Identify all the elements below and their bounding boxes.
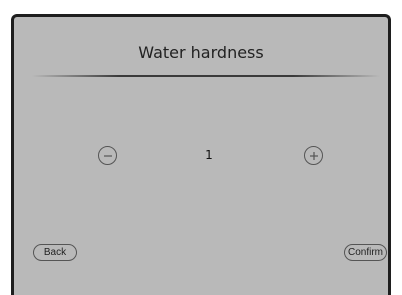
increase-button[interactable] (304, 146, 323, 165)
confirm-button[interactable]: Confirm (344, 244, 387, 261)
minus-icon (104, 155, 112, 157)
hardness-value: 1 (205, 148, 213, 162)
device-screen: Water hardness 1 Back Confirm (11, 14, 391, 295)
plus-icon (310, 152, 318, 160)
title-divider (32, 75, 380, 77)
decrease-button[interactable] (98, 146, 117, 165)
page-title: Water hardness (138, 43, 264, 62)
back-button[interactable]: Back (33, 244, 77, 261)
